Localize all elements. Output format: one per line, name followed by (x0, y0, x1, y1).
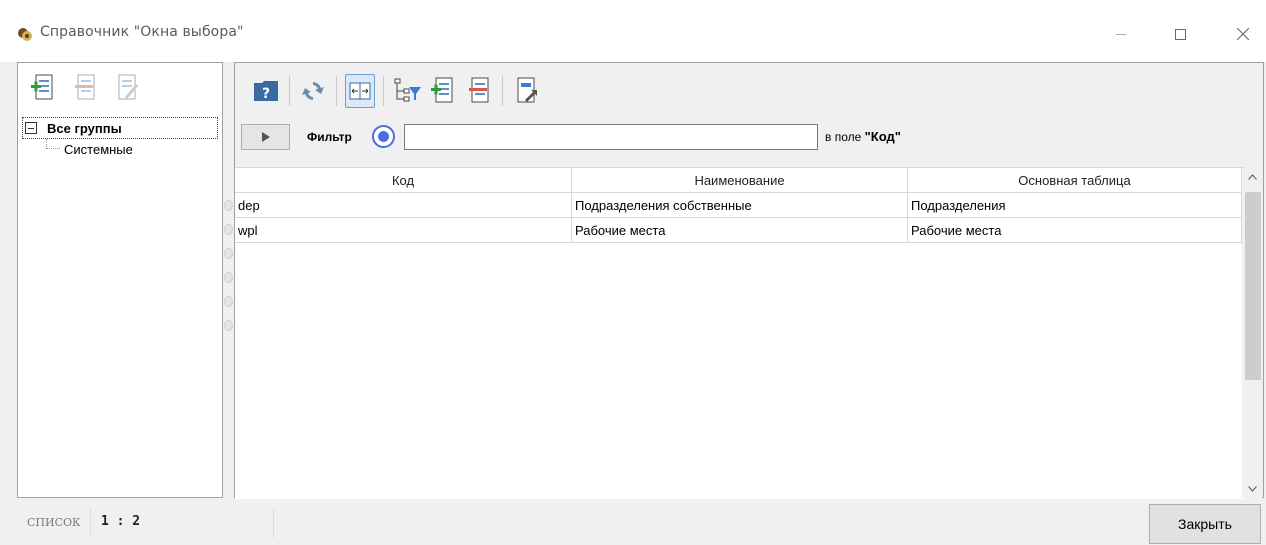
chevron-up-icon (1247, 174, 1257, 180)
table-row[interactable]: wpl Рабочие места Рабочие места (235, 218, 1245, 243)
play-icon (261, 132, 270, 142)
tree-filter-icon (394, 78, 421, 102)
fit-columns-icon (349, 82, 371, 100)
cell-code: wpl (235, 218, 572, 242)
export-button[interactable] (511, 74, 541, 108)
records-grid: Код Наименование Основная таблица dep По… (235, 167, 1245, 499)
directory-app-icon (17, 26, 33, 42)
status-separator (90, 508, 91, 538)
export-icon (517, 77, 537, 103)
title-bar: Справочник "Окна выбора" (0, 0, 1266, 62)
scrollbar-thumb[interactable] (1245, 192, 1261, 380)
refresh-icon (302, 82, 324, 100)
column-header-name[interactable]: Наименование (572, 168, 908, 192)
add-record-button[interactable] (428, 74, 458, 108)
column-header-main-table[interactable]: Основная таблица (908, 168, 1242, 192)
row-marker (224, 320, 233, 331)
row-marker (224, 272, 233, 283)
cell-main-table: Подразделения (908, 193, 1242, 217)
apply-filter-button[interactable] (241, 124, 290, 150)
status-separator (273, 508, 274, 538)
status-mode: СПИСОК (27, 516, 81, 529)
toolbar-separator (289, 76, 290, 106)
cell-name: Рабочие места (572, 218, 908, 242)
tree-item-label: Все группы (47, 120, 122, 136)
groups-panel: Все группы Системные (17, 62, 223, 498)
tree-branch-line (46, 139, 60, 149)
records-panel: ? Фильтр в поле "Код" Код Наименование О… (234, 62, 1264, 499)
delete-record-button[interactable] (464, 74, 494, 108)
status-bar: СПИСОК 1 : 2 Закрыть (0, 500, 1266, 545)
cell-main-table: Рабочие места (908, 218, 1242, 242)
fit-columns-button[interactable] (345, 74, 375, 108)
row-marker (224, 248, 233, 259)
record-counter: 1 : 2 (101, 514, 141, 529)
edit-group-button[interactable] (112, 71, 142, 105)
tree-item-all-groups[interactable]: Все группы (22, 117, 218, 139)
add-record-icon (431, 77, 453, 103)
main-window: Справочник "Окна выбора" Все группы Сист… (0, 0, 1266, 545)
filter-bar: Фильтр в поле "Код" (241, 121, 1251, 151)
filter-input[interactable] (404, 124, 818, 150)
groups-toolbar (28, 71, 142, 111)
filter-label: Фильтр (307, 130, 352, 144)
help-button[interactable]: ? (251, 74, 281, 108)
scroll-down-button[interactable] (1242, 480, 1262, 498)
row-gutter (224, 200, 234, 344)
row-marker (224, 224, 233, 235)
grid-header: Код Наименование Основная таблица (235, 167, 1245, 193)
refresh-button[interactable] (298, 74, 328, 108)
delete-group-icon (75, 74, 95, 100)
filter-field-prefix: в поле (825, 130, 865, 144)
maximize-button[interactable] (1157, 16, 1203, 52)
groups-tree: Все группы Системные (22, 117, 218, 159)
filter-field-name: "Код" (864, 129, 901, 144)
delete-group-button[interactable] (70, 71, 100, 105)
edit-group-icon (118, 74, 138, 100)
records-toolbar: ? (251, 71, 547, 111)
toolbar-separator (336, 76, 337, 106)
cell-name: Подразделения собственные (572, 193, 908, 217)
window-title: Справочник "Окна выбора" (40, 24, 244, 40)
column-header-code[interactable]: Код (235, 168, 572, 192)
filter-radio[interactable] (372, 125, 395, 148)
minimize-button[interactable] (1098, 16, 1144, 52)
tree-filter-button[interactable] (392, 74, 422, 108)
help-icon: ? (254, 81, 278, 102)
svg-text:?: ? (262, 86, 270, 102)
cell-code: dep (235, 193, 572, 217)
toolbar-separator (383, 76, 384, 106)
row-marker (224, 296, 233, 307)
vertical-scrollbar[interactable] (1242, 168, 1262, 498)
add-group-button[interactable] (28, 71, 58, 105)
delete-record-icon (469, 77, 489, 103)
close-button[interactable]: Закрыть (1149, 504, 1261, 544)
toolbar-separator (502, 76, 503, 106)
tree-item-label: Системные (64, 141, 133, 157)
tree-item-system[interactable]: Системные (22, 139, 218, 159)
close-window-button[interactable] (1220, 16, 1266, 52)
chevron-down-icon (1247, 486, 1257, 492)
scroll-up-button[interactable] (1242, 168, 1262, 186)
filter-field-hint: в поле "Код" (825, 129, 901, 144)
add-group-icon (31, 74, 53, 100)
table-row[interactable]: dep Подразделения собственные Подразделе… (235, 193, 1245, 218)
collapse-icon[interactable] (25, 122, 37, 134)
row-marker (224, 200, 233, 211)
